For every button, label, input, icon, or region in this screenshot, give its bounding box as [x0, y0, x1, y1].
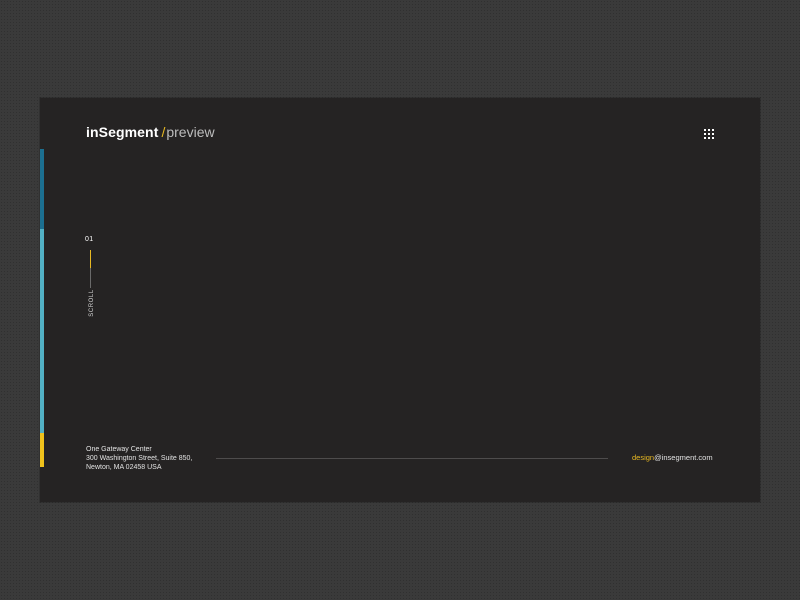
address-line: Newton, MA 02458 USA — [86, 464, 162, 471]
logo-slash: / — [161, 124, 166, 140]
footer-divider — [216, 458, 608, 459]
menu-dot — [712, 137, 714, 139]
logo-suffix: preview — [166, 124, 215, 140]
scroll-label: SCROLL — [88, 289, 95, 317]
menu-dot — [704, 133, 706, 135]
scroll-indicator[interactable]: 01 SCROLL — [84, 236, 100, 326]
menu-dot — [708, 129, 710, 131]
side-color-bar — [40, 149, 44, 467]
email-user: design — [632, 453, 655, 462]
menu-dot — [708, 133, 710, 135]
grid-menu-icon[interactable] — [700, 125, 718, 143]
email-link[interactable]: design@insegment.com — [632, 453, 713, 463]
color-bar-segment-yellow — [40, 433, 44, 467]
color-bar-segment-dark-blue — [40, 149, 44, 229]
address-line: One Gateway Center — [86, 446, 152, 453]
scroll-progress-line — [90, 250, 91, 268]
address-line: 300 Washington Street, Suite 850, — [86, 455, 193, 462]
email-domain: @insegment.com — [654, 453, 713, 462]
menu-dot — [712, 129, 714, 131]
preview-frame: inSegment/preview 01 SCROLL One Gateway … — [40, 98, 760, 502]
color-bar-segment-light-blue — [40, 229, 44, 433]
logo[interactable]: inSegment/preview — [86, 124, 215, 140]
menu-dot — [704, 137, 706, 139]
scroll-track-line — [90, 268, 91, 288]
menu-dot — [708, 137, 710, 139]
address-block: One Gateway Center 300 Washington Street… — [86, 445, 192, 472]
logo-brand: inSegment — [86, 124, 159, 140]
menu-dot — [704, 129, 706, 131]
page-number: 01 — [85, 236, 94, 243]
menu-dot — [712, 133, 714, 135]
